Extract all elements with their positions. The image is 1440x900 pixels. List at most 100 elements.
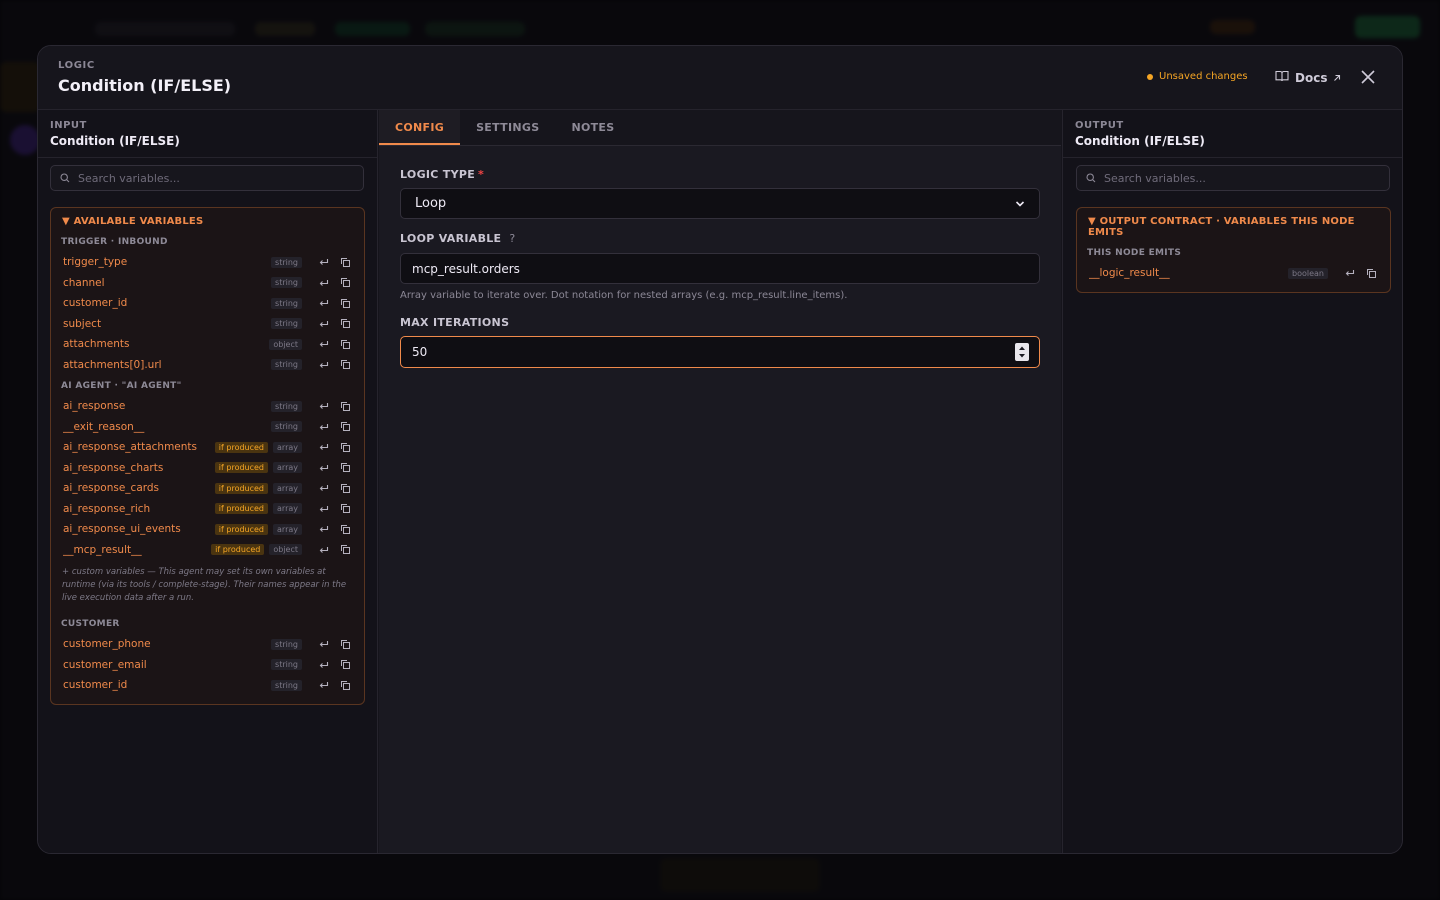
output-panel-header: OUTPUT Condition (IF/ELSE) (1063, 110, 1402, 158)
loop-variable-value: mcp_result.orders (412, 261, 520, 276)
insert-icon[interactable] (317, 400, 331, 412)
insert-icon[interactable] (317, 256, 331, 268)
variable-row[interactable]: ai_response_charts if produced array (51, 458, 364, 479)
insert-icon[interactable] (317, 503, 331, 515)
insert-icon[interactable] (1343, 267, 1357, 279)
variable-name[interactable]: customer_id (63, 297, 271, 309)
tab-settings[interactable]: SETTINGS (460, 110, 555, 145)
variable-name[interactable]: attachments (63, 338, 269, 350)
variable-row[interactable]: ai_response string (51, 396, 364, 417)
copy-icon[interactable] (338, 544, 352, 556)
copy-icon[interactable] (338, 421, 352, 433)
copy-icon[interactable] (338, 256, 352, 268)
variable-name[interactable]: ai_response (63, 400, 271, 412)
variable-row[interactable]: subject string (51, 314, 364, 335)
variable-row[interactable]: channel string (51, 273, 364, 294)
variable-row[interactable]: ai_response_cards if produced array (51, 478, 364, 499)
loop-variable-input[interactable]: mcp_result.orders (400, 253, 1040, 284)
copy-icon[interactable] (338, 277, 352, 289)
close-button[interactable] (1359, 68, 1377, 86)
insert-icon[interactable] (317, 638, 331, 650)
insert-icon[interactable] (317, 359, 331, 371)
insert-icon[interactable] (317, 544, 331, 556)
type-badge: array (273, 441, 302, 453)
logic-type-select[interactable]: Loop (400, 188, 1040, 219)
variable-row[interactable]: customer_phone string (51, 634, 364, 655)
variable-row[interactable]: customer_id string (51, 293, 364, 314)
loop-variable-label: LOOP VARIABLE? (400, 232, 516, 245)
copy-icon[interactable] (338, 462, 352, 474)
variable-row[interactable]: ai_response_rich if produced array (51, 499, 364, 520)
variable-name[interactable]: ai_response_rich (63, 503, 215, 515)
variable-name[interactable]: trigger_type (63, 256, 271, 268)
docs-link[interactable]: Docs (1275, 70, 1341, 85)
variable-row[interactable]: attachments[0].url string (51, 355, 364, 376)
chevron-down-icon (1015, 200, 1025, 207)
copy-icon[interactable] (338, 503, 352, 515)
group-customer: CUSTOMER (61, 619, 120, 629)
copy-icon[interactable] (338, 679, 352, 691)
tab-notes[interactable]: NOTES (555, 110, 630, 145)
insert-icon[interactable] (317, 318, 331, 330)
copy-icon[interactable] (338, 297, 352, 309)
variable-row[interactable]: ai_response_attachments if produced array (51, 437, 364, 458)
insert-icon[interactable] (317, 679, 331, 691)
node-config-modal: LOGIC Condition (IF/ELSE) Unsaved change… (37, 45, 1403, 854)
insert-icon[interactable] (317, 482, 331, 494)
variable-name[interactable]: ai_response_cards (63, 482, 215, 494)
variable-row[interactable]: __logic_result__ boolean (1077, 263, 1390, 284)
variable-name[interactable]: __mcp_result__ (63, 544, 211, 556)
variable-name[interactable]: customer_id (63, 679, 271, 691)
max-iterations-value: 50 (412, 345, 428, 359)
insert-icon[interactable] (317, 297, 331, 309)
variable-row[interactable]: __exit_reason__ string (51, 417, 364, 438)
insert-icon[interactable] (317, 441, 331, 453)
insert-icon[interactable] (317, 523, 331, 535)
variable-row[interactable]: attachments object (51, 334, 364, 355)
variable-name[interactable]: customer_email (63, 659, 271, 671)
input-search-field[interactable] (78, 171, 338, 185)
variable-name[interactable]: __exit_reason__ (63, 421, 271, 433)
tab-config[interactable]: CONFIG (379, 110, 461, 145)
output-search[interactable] (1076, 165, 1390, 191)
variable-row[interactable]: __mcp_result__ if produced object (51, 540, 364, 561)
loop-variable-label-text: LOOP VARIABLE (400, 232, 502, 245)
close-icon (1361, 70, 1375, 84)
copy-icon[interactable] (1364, 267, 1378, 279)
help-icon[interactable]: ? (509, 232, 515, 245)
insert-icon[interactable] (317, 462, 331, 474)
type-badge: string (271, 318, 302, 330)
copy-icon[interactable] (338, 338, 352, 350)
copy-icon[interactable] (338, 400, 352, 412)
copy-icon[interactable] (338, 318, 352, 330)
variable-name[interactable]: __logic_result__ (1089, 267, 1288, 279)
variable-name[interactable]: channel (63, 277, 271, 289)
copy-icon[interactable] (338, 441, 352, 453)
output-contract-toggle[interactable]: ▼ OUTPUT CONTRACT · VARIABLES THIS NODE … (1077, 214, 1390, 244)
max-iterations-input[interactable]: 50 (400, 336, 1040, 368)
insert-icon[interactable] (317, 421, 331, 433)
variable-name[interactable]: ai_response_charts (63, 462, 215, 474)
variable-row[interactable]: customer_id string (51, 675, 364, 696)
variable-row[interactable]: trigger_type string (51, 252, 364, 273)
variable-name[interactable]: ai_response_ui_events (63, 523, 215, 535)
copy-icon[interactable] (338, 638, 352, 650)
copy-icon[interactable] (338, 659, 352, 671)
copy-icon[interactable] (338, 523, 352, 535)
copy-icon[interactable] (338, 482, 352, 494)
copy-icon[interactable] (338, 359, 352, 371)
variable-row[interactable]: customer_email string (51, 655, 364, 676)
variable-name[interactable]: customer_phone (63, 638, 271, 650)
output-search-field[interactable] (1104, 171, 1364, 185)
variable-name[interactable]: attachments[0].url (63, 359, 271, 371)
variable-name[interactable]: ai_response_attachments (63, 441, 215, 453)
available-variables-toggle[interactable]: ▼ AVAILABLE VARIABLES (51, 214, 364, 233)
insert-icon[interactable] (317, 338, 331, 350)
variable-row[interactable]: ai_response_ui_events if produced array (51, 519, 364, 540)
insert-icon[interactable] (317, 659, 331, 671)
variable-name[interactable]: subject (63, 318, 271, 330)
insert-icon[interactable] (317, 277, 331, 289)
number-stepper[interactable] (1015, 343, 1029, 361)
input-search[interactable] (50, 165, 364, 191)
logic-type-label-text: LOGIC TYPE (400, 168, 476, 181)
